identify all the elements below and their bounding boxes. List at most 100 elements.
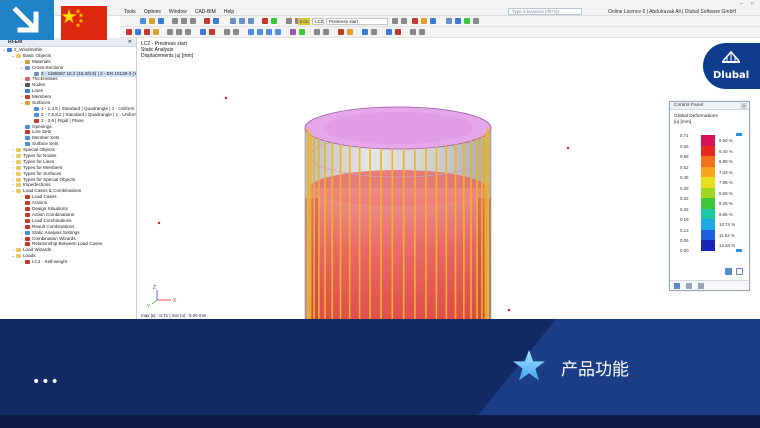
print-icon[interactable] (172, 18, 178, 24)
pin-icon[interactable]: ✕ (128, 38, 132, 47)
legend-value: 0.39 (680, 185, 689, 191)
deformation-icon[interactable] (412, 18, 418, 24)
legend-value: 0.19 (680, 217, 689, 222)
check-icon[interactable] (464, 18, 470, 24)
surfaceset-icon (25, 142, 30, 147)
zoom-icon[interactable] (239, 18, 245, 24)
copy-icon[interactable] (167, 29, 173, 35)
tab-display-icon[interactable] (698, 283, 704, 289)
lineset-icon (25, 130, 30, 135)
legend-value: 0.13 (680, 227, 689, 233)
scale-icon[interactable] (430, 18, 436, 24)
rotate-icon[interactable] (248, 18, 254, 24)
menu-help[interactable]: Help (224, 9, 234, 15)
folder-icon (16, 165, 21, 170)
view-top-icon[interactable] (266, 29, 272, 35)
delete-icon[interactable] (395, 29, 401, 35)
menu-tools[interactable]: Tools (124, 9, 136, 15)
next-icon[interactable] (401, 18, 407, 24)
surface-tool-icon[interactable] (153, 29, 159, 35)
redo-icon[interactable] (190, 18, 196, 24)
legend-max-slider[interactable] (736, 133, 742, 136)
load-tool-icon[interactable] (338, 29, 344, 35)
feature-label: 产品功能 (561, 360, 629, 380)
new-file-icon[interactable] (140, 18, 146, 24)
animation-icon[interactable] (421, 18, 427, 24)
node-marker (224, 96, 228, 100)
expand-icon[interactable]: › (20, 259, 24, 265)
calculate-icon[interactable] (204, 18, 210, 24)
menu-bar: Tools Options Window CAD-BIM Help Type a… (0, 0, 760, 16)
section-tool-icon[interactable] (314, 29, 320, 35)
node-marker (566, 146, 570, 150)
main-menu: Tools Options Window CAD-BIM Help (124, 9, 234, 15)
toolbar-secondary (120, 27, 760, 38)
support-icon[interactable] (200, 29, 206, 35)
close-icon[interactable]: × (741, 103, 747, 109)
measure-icon[interactable] (233, 29, 239, 35)
report-icon[interactable] (455, 18, 461, 24)
china-flag-icon (61, 6, 107, 40)
legend-min-slider[interactable] (736, 249, 742, 252)
minimize-icon[interactable]: – (740, 1, 743, 7)
undo-icon[interactable] (181, 18, 187, 24)
menu-cad-bim[interactable]: CAD-BIM (195, 9, 216, 15)
navigator-tree: ⌄ 2_Windmühle ⌄ Basic Objects › Materials ⌄ Cro… (0, 47, 136, 265)
legend-percent: 6.89 % (719, 159, 733, 164)
open-folder-icon[interactable] (149, 18, 155, 24)
load-case-code[interactable]: LC2 (312, 18, 324, 25)
folder-icon (16, 159, 21, 164)
previous-icon[interactable] (392, 18, 398, 24)
group-icon[interactable] (410, 29, 416, 35)
combination-icon (25, 212, 30, 217)
tower-model[interactable]: X Z Y max |u| : 0.71 | min |u| : 0.00 mm (137, 38, 760, 319)
view-icon[interactable] (230, 18, 236, 24)
menu-window[interactable]: Window (169, 9, 187, 15)
menu-options[interactable]: Options (144, 9, 161, 15)
wireframe-icon[interactable] (299, 29, 305, 35)
imperfection-icon[interactable] (347, 29, 353, 35)
more-options-button[interactable]: ••• (32, 374, 60, 390)
move-icon[interactable] (176, 29, 182, 35)
loadcase-icon (25, 195, 30, 200)
folder-icon (16, 254, 21, 259)
dlubal-logo-text: Dlubal (713, 70, 750, 81)
layer-icon[interactable] (419, 29, 425, 35)
legend-toggle-icon[interactable] (736, 268, 743, 275)
render-icon[interactable] (290, 29, 296, 35)
axis-z-label: Z (153, 285, 156, 291)
table-icon[interactable] (446, 18, 452, 24)
select-icon[interactable] (224, 29, 230, 35)
info-icon[interactable] (371, 29, 377, 35)
maximize-icon[interactable]: □ (751, 1, 754, 7)
line-tool-icon[interactable] (135, 29, 141, 35)
clipping-icon[interactable] (323, 29, 329, 35)
mirror-icon[interactable] (185, 29, 191, 35)
load-case-select[interactable]: Prestress start (326, 18, 388, 25)
tree-node[interactable]: › LC1 - Self-weight (0, 259, 136, 265)
settings-tool-icon[interactable] (473, 18, 479, 24)
mesh-icon[interactable] (362, 29, 368, 35)
tab-scale-icon[interactable] (686, 283, 692, 289)
model-viewport[interactable]: LC2 - Prestress start Static Analysis Di… (137, 38, 760, 319)
results-icon[interactable] (213, 18, 219, 24)
tab-legend-icon[interactable] (674, 283, 680, 289)
coordinate-icon[interactable] (386, 29, 392, 35)
member-tool-icon[interactable] (144, 29, 150, 35)
legend-percent: 7.96 % (719, 180, 733, 185)
view-iso-icon[interactable] (248, 29, 254, 35)
legend-unit: |u| [mm] (674, 119, 692, 125)
node-tool-icon[interactable] (126, 29, 132, 35)
folder-icon (16, 183, 21, 188)
view-side-icon[interactable] (275, 29, 281, 35)
keyword-search-input[interactable]: Type a keyword (Alt+Q) (508, 8, 582, 15)
view-front-icon[interactable] (257, 29, 263, 35)
save-icon[interactable] (158, 18, 164, 24)
legend-heading: Global Deformations |u| [mm] (674, 114, 718, 125)
tree-node-label: LC1 - Self-weight (32, 259, 68, 265)
legend-settings-icon[interactable] (725, 268, 732, 275)
grid-icon[interactable] (286, 18, 292, 24)
display-icon[interactable] (262, 18, 268, 24)
filter-icon[interactable] (271, 18, 277, 24)
hinge-icon[interactable] (209, 29, 215, 35)
